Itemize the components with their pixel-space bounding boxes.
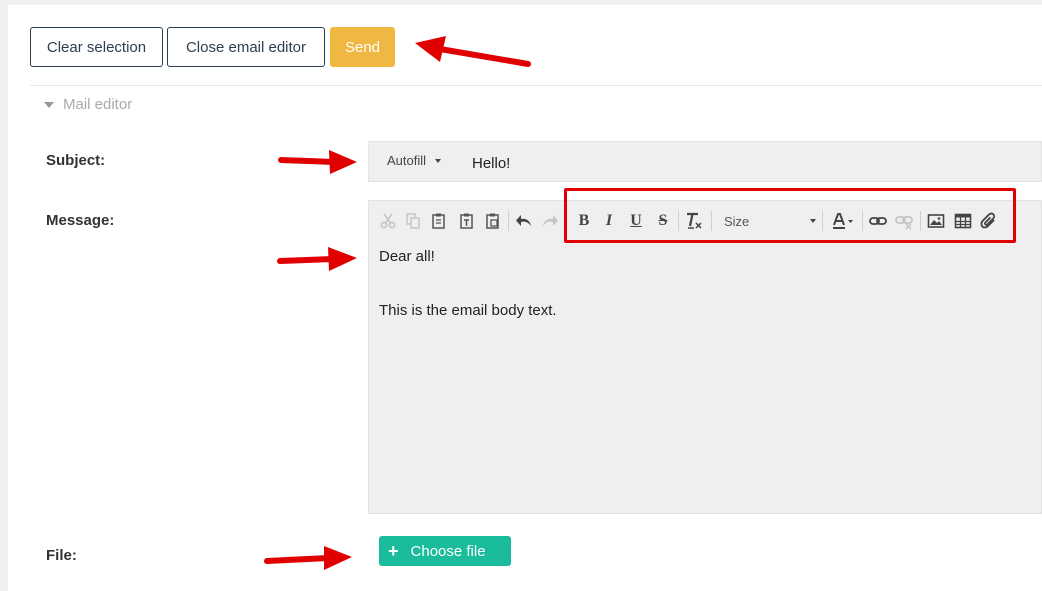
toolbar-separator xyxy=(508,211,509,231)
message-body[interactable]: Dear all! This is the email body text. xyxy=(379,248,557,356)
chevron-down-icon xyxy=(44,101,54,108)
subject-input[interactable]: Hello! xyxy=(472,155,510,172)
toolbar-highlight-box xyxy=(564,188,1016,243)
choose-file-button[interactable]: + Choose file xyxy=(379,536,511,566)
file-label: File: xyxy=(46,547,77,564)
plus-icon: + xyxy=(388,540,399,561)
annotation-arrow-message xyxy=(277,247,357,271)
paste-word-icon[interactable] xyxy=(481,209,505,233)
message-label: Message: xyxy=(46,212,115,229)
message-line: This is the email body text. xyxy=(379,302,557,319)
redo-icon[interactable] xyxy=(538,209,562,233)
annotation-arrow-file xyxy=(264,546,352,570)
annotation-arrow-subject xyxy=(278,150,357,174)
divider xyxy=(30,85,1042,86)
message-editor[interactable]: B I U S Size Dear all! This is the email… xyxy=(368,200,1042,514)
close-email-editor-button[interactable]: Close email editor xyxy=(167,27,325,67)
subject-label: Subject: xyxy=(46,152,106,169)
choose-file-label: Choose file xyxy=(410,542,486,560)
subject-field[interactable]: Autofill Hello! xyxy=(368,141,1042,182)
section-title-label: Mail editor xyxy=(63,96,133,113)
message-line: Dear all! xyxy=(379,248,435,265)
autofill-dropdown[interactable]: Autofill xyxy=(387,153,442,168)
undo-icon[interactable] xyxy=(512,209,536,233)
copy-icon[interactable] xyxy=(401,209,425,233)
mail-editor-section-toggle[interactable]: Mail editor xyxy=(44,96,132,113)
send-button[interactable]: Send xyxy=(330,27,395,67)
clear-selection-button[interactable]: Clear selection xyxy=(30,27,163,67)
cut-icon[interactable] xyxy=(376,209,400,233)
caret-down-icon xyxy=(435,158,442,163)
annotation-arrow-send xyxy=(415,36,531,67)
autofill-label: Autofill xyxy=(387,153,427,168)
paste-text-icon[interactable] xyxy=(455,209,479,233)
paste-icon[interactable] xyxy=(427,209,451,233)
